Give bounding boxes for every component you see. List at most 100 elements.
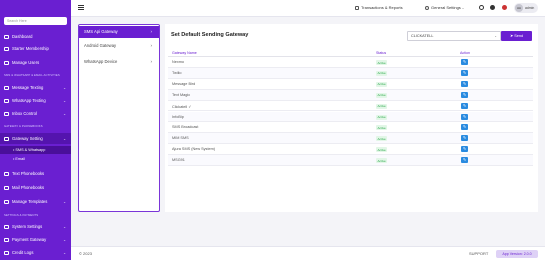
support-link[interactable]: SUPPORT [469,251,488,256]
dashboard-icon [4,34,9,39]
edit-button[interactable]: ✎ [461,157,468,164]
gateway-name: MIM SMS [172,136,189,141]
gear-icon [425,5,429,10]
page-title: Set Default Sending Gateway [171,32,249,38]
table-row: Message Bird Active ✎ [168,79,533,90]
sidebar-item-label: WhatsApp Texting [12,98,46,103]
sidebar-item-inbox-control[interactable]: Inbox Control ⌄ [4,110,68,117]
status-badge: Active [376,147,388,153]
gateway-tab-label: WhatsApp Device [84,59,118,64]
gateway-tab-label: SMS Api Gateway [84,29,118,34]
gateway-main-panel: Set Default Sending Gateway CLICKATELL ⌄… [165,24,538,212]
chevron-down-icon: ⌄ [63,224,66,229]
general-settings-link[interactable]: General Settings ⌄ [425,5,464,10]
gateway-name: Twilio [172,70,182,75]
sidebar-section-sms: SMS & WHATSAPP & EMAIL ACTIVITIES [4,73,60,77]
edit-button[interactable]: ✎ [461,102,468,109]
sidebar-item-label: Mail Phonebooks [12,185,45,190]
template-icon [4,199,9,204]
general-settings-label: General Settings [431,5,461,10]
sidebar-item-label: System Settings [12,224,43,229]
gateway-tab-whatsapp[interactable]: WhatsApp Device › [79,56,159,68]
gateway-name: Nexmo [172,60,185,64]
sidebar-item-label: Message Texting [12,85,44,90]
chevron-down-icon: ⌄ [63,250,66,255]
sidebar-item-label: Gateway Setting [12,136,43,141]
status-badge: Active [376,60,388,65]
table-row: Clickatell ✓ Active ✎ [168,101,533,112]
flag-icon[interactable] [502,5,507,10]
sidebar-item-text-phonebooks[interactable]: Text Phonebooks [4,170,68,177]
mail-icon [4,185,9,190]
send-button[interactable]: ➤ Send [501,31,532,41]
topbar: Transactions & Reports General Settings … [71,0,545,17]
edit-button[interactable]: ✎ [461,59,468,65]
chevron-down-icon: ⌄ [461,5,465,10]
table-row: Nexmo Active ✎ [168,57,533,68]
sidebar-item-manage-users[interactable]: Manage Users [4,59,68,66]
transactions-label: Transactions & Reports [361,5,403,10]
sidebar-item-label: Credit Logs [12,250,34,255]
gateway-tab-label: Android Gateway [84,43,117,48]
sidebar-item-message-texting[interactable]: Message Texting ⌄ [4,84,68,91]
sidebar-subitem-label: Email [15,157,25,161]
status-badge: Active [376,158,388,164]
table-row: Text Magic Active ✎ [168,89,533,101]
sidebar-item-label: Dashboard [12,34,33,39]
message-icon [4,85,9,90]
inbox-icon [4,111,9,116]
sidebar-item-dashboard[interactable]: Dashboard [4,33,68,40]
sidebar-item-payment-gateway[interactable]: Payment Gateway ⌄ [4,236,68,243]
edit-button[interactable]: ✎ [461,91,468,98]
status-badge: Active [376,70,388,76]
menu-icon[interactable] [78,5,84,10]
user-menu[interactable]: AA admin [514,3,538,13]
sidebar-item-starter-membership[interactable]: Starter Membership [4,45,68,52]
edit-button[interactable]: ✎ [461,124,468,131]
edit-button[interactable]: ✎ [461,69,468,76]
sidebar-item-system-settings[interactable]: System Settings ⌄ [4,223,68,230]
gateway-tab-android[interactable]: Android Gateway › [79,40,159,52]
table-row: SMS Broadcast Active ✎ [168,122,533,134]
sidebar-item-manage-templates[interactable]: Manage Templates ⌄ [4,198,68,205]
transactions-link[interactable]: Transactions & Reports [355,5,403,10]
chevron-down-icon: ⌄ [63,199,66,204]
column-header-status: Status [376,51,387,55]
gateway-name: Ajura SMS (New System) [172,147,216,152]
status-badge: Active [376,114,388,120]
sidebar-item-mail-phonebooks[interactable]: Mail Phonebooks [4,184,68,191]
github-icon[interactable] [490,5,495,10]
table-header: Gateway Name Status Action [168,50,533,57]
table-row: InfoBip Active ✎ [168,111,533,123]
default-gateway-select[interactable]: CLICKATELL ⌄ [407,31,501,41]
version-badge: App Version: 2.0.0 [496,250,538,258]
sidebar-item-whatsapp-texting[interactable]: WhatsApp Texting ⌄ [4,97,68,104]
sidebar-item-label: Manage Users [12,60,40,65]
users-icon [4,60,9,65]
edit-button[interactable]: ✎ [461,146,468,153]
settings-icon [4,224,9,229]
gateway-tab-sms-api[interactable]: SMS Api Gateway › [79,26,159,38]
sidebar-subitem-sms-whatsapp[interactable]: • SMS & Whatsapp [13,148,45,152]
gateway-name: Clickatell ✓ [172,104,192,109]
status-badge: Active [376,103,388,109]
payment-icon [4,237,9,242]
status-badge: Active [376,136,388,142]
column-header-action: Action [460,51,470,55]
send-icon: ➤ [509,34,514,38]
chevron-right-icon: › [150,29,153,34]
edit-button[interactable]: ✎ [461,80,468,87]
edit-button[interactable]: ✎ [461,135,468,142]
phonebook-icon [4,171,9,176]
user-name: admin [525,6,535,10]
sidebar-item-credit-logs[interactable]: Credit Logs ⌄ [4,249,68,256]
sidebar-search-input[interactable]: Search Here [4,17,67,25]
table-row: MSG91 Active ✎ [168,155,533,166]
copyright: © 2023 [79,251,92,256]
edit-button[interactable]: ✎ [461,113,468,120]
chevron-down-icon: ⌄ [63,85,66,90]
sidebar-subitem-email[interactable]: • Email [13,157,25,161]
logs-icon [4,250,9,255]
sidebar-item-gateway-setting[interactable]: Gateway Setting ⌄ [4,135,68,142]
refresh-icon[interactable] [479,5,484,10]
